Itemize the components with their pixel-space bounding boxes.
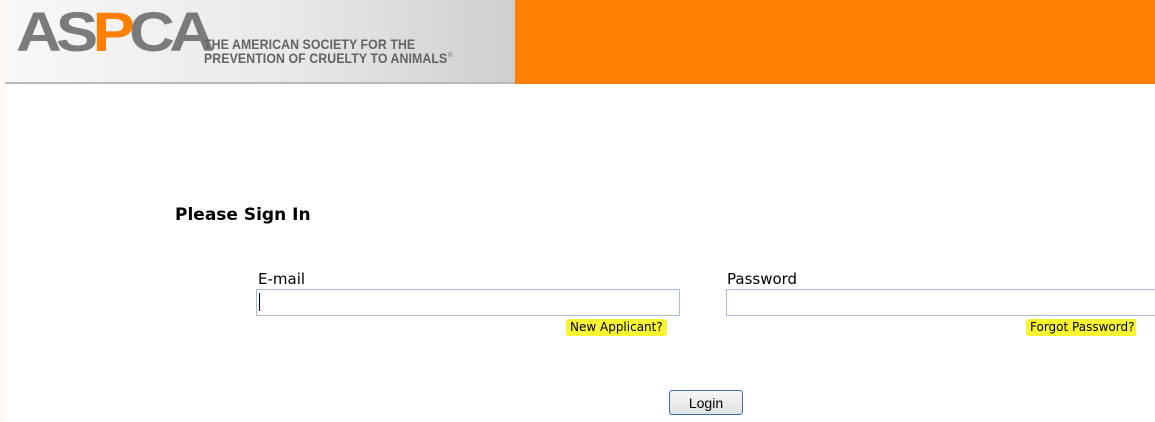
password-label: Password	[727, 270, 798, 288]
text-cursor	[259, 293, 260, 311]
tagline-line-2: PREVENTION OF CRUELTY TO ANIMALS®	[204, 51, 453, 65]
forgot-password-link[interactable]: Forgot Password?	[1026, 319, 1137, 336]
logo-letters-as: AS	[16, 0, 98, 63]
password-field[interactable]	[726, 289, 1155, 316]
logo-registered-mark: ®	[190, 12, 196, 21]
page-title: Please Sign In	[175, 205, 311, 225]
aspca-logo[interactable]: ASPCA ® THE AMERICAN SOCIETY FOR THE PRE…	[5, 0, 515, 84]
logo-letters-ca: CA	[129, 0, 215, 63]
logo-wordmark: ASPCA	[16, 4, 215, 60]
email-label: E-mail	[258, 270, 306, 288]
email-field[interactable]	[256, 289, 680, 316]
login-button[interactable]: Login	[669, 390, 743, 415]
header-bar: ASPCA ® THE AMERICAN SOCIETY FOR THE PRE…	[5, 0, 1155, 84]
tagline-registered-mark: ®	[448, 52, 453, 59]
logo-letter-p: P	[92, 0, 135, 63]
new-applicant-link[interactable]: New Applicant?	[566, 319, 667, 336]
tagline-line-2-text: PREVENTION OF CRUELTY TO ANIMALS	[204, 50, 448, 66]
logo-tagline: THE AMERICAN SOCIETY FOR THE PREVENTION …	[204, 37, 453, 65]
page: ASPCA ® THE AMERICAN SOCIETY FOR THE PRE…	[5, 0, 1155, 422]
tagline-line-1: THE AMERICAN SOCIETY FOR THE	[204, 36, 416, 52]
